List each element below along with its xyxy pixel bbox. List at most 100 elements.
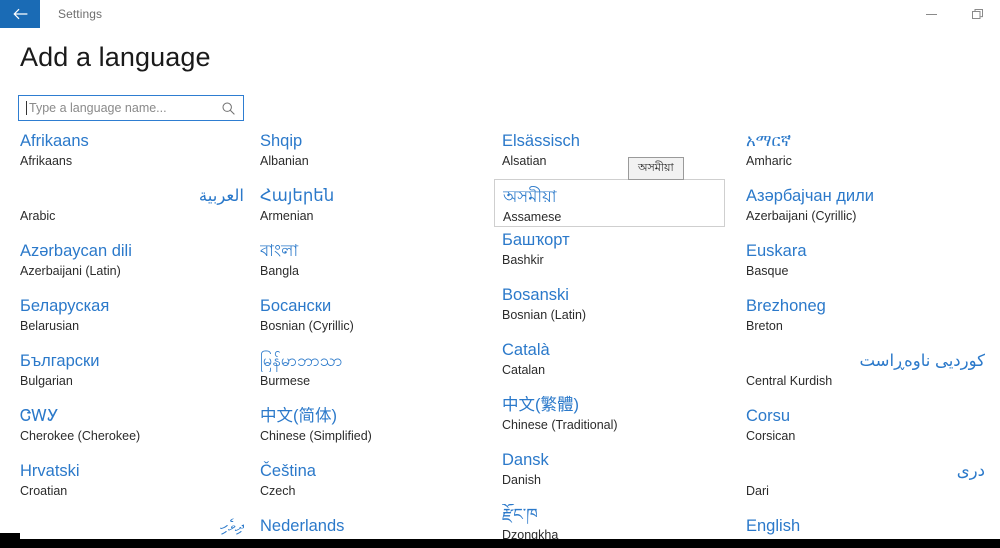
title-bar: Settings: [0, 0, 1000, 28]
language-native-name: Čeština: [260, 462, 316, 480]
language-english-name: Czech: [260, 484, 296, 498]
language-item-azerbaijani-cyrillic[interactable]: Азәрбајчан дили Azerbaijani (Cyrillic): [746, 183, 991, 238]
language-item-bosnian-cyrillic[interactable]: Босански Bosnian (Cyrillic): [260, 293, 490, 348]
language-item-corsican[interactable]: Corsu Corsican: [746, 403, 991, 458]
window-controls: [908, 0, 1000, 28]
language-item-bosnian-latin[interactable]: Bosanski Bosnian (Latin): [502, 282, 732, 337]
language-item-bulgarian[interactable]: Български Bulgarian: [20, 348, 250, 403]
language-native-name: Hrvatski: [20, 462, 80, 480]
language-item-central-kurdish[interactable]: کوردیی ناوەڕاست Central Kurdish: [746, 348, 991, 403]
screenshot-bottom-crop: [0, 539, 1000, 548]
language-native-name: English: [746, 517, 801, 535]
search-icon[interactable]: [221, 101, 239, 116]
language-column-3: Elsässisch Alsatian অসমীয়া Assamese Баш…: [494, 128, 732, 548]
language-native-name: کوردیی ناوەڕاست: [859, 352, 985, 370]
language-english-name: Corsican: [746, 429, 796, 443]
language-english-name: Central Kurdish: [746, 374, 833, 388]
language-english-name: Cherokee (Cherokee): [20, 429, 141, 443]
title-bar-spacer: [102, 0, 908, 28]
language-native-name: ᏣᎳᎩ: [20, 407, 59, 425]
minimize-button[interactable]: [908, 0, 954, 28]
language-english-name: Albanian: [260, 154, 309, 168]
language-item-cherokee[interactable]: ᏣᎳᎩ Cherokee (Cherokee): [20, 403, 250, 458]
language-native-name: Brezhoneg: [746, 297, 826, 315]
minimize-icon: [925, 9, 938, 19]
language-item-afrikaans[interactable]: Afrikaans Afrikaans: [20, 128, 250, 183]
language-item-croatian[interactable]: Hrvatski Croatian: [20, 458, 250, 513]
language-english-name: Afrikaans: [20, 154, 73, 168]
language-item-arabic[interactable]: العربية Arabic: [20, 183, 250, 238]
language-english-name: Assamese: [503, 210, 562, 224]
language-english-name: Azerbaijani (Latin): [20, 264, 121, 278]
language-native-name: Башҡорт: [502, 231, 570, 249]
language-native-name: Corsu: [746, 407, 791, 425]
language-item-armenian[interactable]: Հայերեն Armenian: [260, 183, 490, 238]
language-native-name: Bosanski: [502, 286, 569, 304]
language-native-name: বাংলা: [260, 242, 299, 260]
language-item-alsatian[interactable]: Elsässisch Alsatian: [502, 128, 732, 183]
language-item-breton[interactable]: Brezhoneg Breton: [746, 293, 991, 348]
language-english-name: Armenian: [260, 209, 314, 223]
language-item-basque[interactable]: Euskara Basque: [746, 238, 991, 293]
language-item-czech[interactable]: Čeština Czech: [260, 458, 490, 513]
language-column-1: Afrikaans Afrikaans العربية Arabic Azərb…: [20, 128, 250, 548]
search-input[interactable]: [27, 97, 221, 119]
language-native-name: Euskara: [746, 242, 807, 260]
language-native-name: Nederlands: [260, 517, 345, 535]
language-english-name: Chinese (Traditional): [502, 418, 618, 432]
language-native-name: Elsässisch: [502, 132, 580, 150]
language-english-name: Basque: [746, 264, 789, 278]
language-english-name: Catalan: [502, 363, 546, 377]
language-native-name: 中文(简体): [260, 407, 337, 425]
language-item-chinese-traditional[interactable]: 中文(繁體) Chinese (Traditional): [502, 392, 732, 447]
language-tooltip: অসমীয়া: [628, 157, 684, 180]
language-item-amharic[interactable]: አማርኛ Amharic: [746, 128, 991, 183]
language-english-name: Croatian: [20, 484, 68, 498]
language-item-chinese-simplified[interactable]: 中文(简体) Chinese (Simplified): [260, 403, 490, 458]
language-item-burmese[interactable]: မြန်မာဘာသာ Burmese: [260, 348, 490, 403]
language-native-name: 中文(繁體): [502, 396, 579, 414]
language-english-name: Burmese: [260, 374, 311, 388]
language-english-name: Azerbaijani (Cyrillic): [746, 209, 857, 223]
language-native-name: Dansk: [502, 451, 549, 469]
language-native-name: አማርኛ: [746, 132, 792, 150]
language-item-assamese[interactable]: অসমীয়া Assamese: [494, 179, 725, 227]
language-english-name: Danish: [502, 473, 541, 487]
language-native-name: Беларуская: [20, 297, 110, 315]
app-title: Settings: [58, 7, 103, 21]
back-button[interactable]: [0, 0, 40, 28]
language-native-name: Азәрбајчан дили: [746, 187, 874, 205]
screenshot-bottom-crop-left: [0, 533, 20, 539]
language-native-name: ދިވެހި: [220, 517, 244, 535]
language-search-box[interactable]: [18, 95, 244, 121]
language-item-dari[interactable]: دری Dari: [746, 458, 991, 513]
settings-window: Settings Add a language Type a language …: [0, 0, 1000, 548]
language-list[interactable]: Afrikaans Afrikaans العربية Arabic Azərb…: [0, 128, 1000, 548]
language-item-azerbaijani-latin[interactable]: Azərbaycan dili Azerbaijani (Latin): [20, 238, 250, 293]
language-native-name: অসমীয়া: [503, 188, 557, 206]
language-item-albanian[interactable]: Shqip Albanian: [260, 128, 490, 183]
restore-icon: [971, 8, 984, 20]
language-english-name: Bangla: [260, 264, 299, 278]
language-native-name: Afrikaans: [20, 132, 89, 150]
language-column-4: አማርኛ Amharic Азәрбајчан дили Azerbaijani…: [746, 128, 991, 548]
language-native-name: Հայերեն: [260, 187, 335, 205]
language-column-2: Shqip Albanian Հայերեն Armenian বাংলা Ba…: [260, 128, 490, 548]
language-native-name: རྫོང་ཁ: [502, 506, 538, 524]
language-item-catalan[interactable]: Català Catalan: [502, 337, 732, 392]
language-native-name: Català: [502, 341, 550, 359]
language-english-name: Bosnian (Cyrillic): [260, 319, 354, 333]
language-item-danish[interactable]: Dansk Danish: [502, 447, 732, 502]
language-native-name: العربية: [198, 187, 244, 205]
restore-button[interactable]: [954, 0, 1000, 28]
language-english-name: Bashkir: [502, 253, 544, 267]
language-item-bangla[interactable]: বাংলা Bangla: [260, 238, 490, 293]
language-item-belarusian[interactable]: Беларуская Belarusian: [20, 293, 250, 348]
language-english-name: Breton: [746, 319, 783, 333]
language-item-bashkir[interactable]: Башҡорт Bashkir: [502, 227, 732, 282]
language-native-name: မြန်မာဘာသာ: [260, 352, 343, 370]
language-english-name: Chinese (Simplified): [260, 429, 372, 443]
language-english-name: Bosnian (Latin): [502, 308, 587, 322]
language-native-name: Shqip: [260, 132, 303, 150]
language-english-name: Belarusian: [20, 319, 80, 333]
